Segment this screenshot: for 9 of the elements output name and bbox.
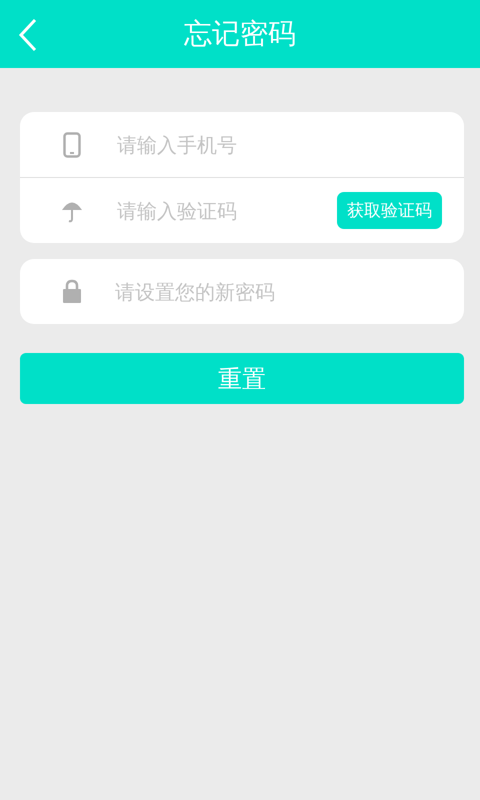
reset-button[interactable]: 重置 xyxy=(20,353,464,404)
phone-icon xyxy=(62,132,82,158)
password-field[interactable]: 请设置您的新密码 xyxy=(20,259,464,324)
page-title: 忘记密码 xyxy=(184,16,296,52)
get-code-button[interactable]: 获取验证码 xyxy=(337,192,442,229)
back-icon[interactable] xyxy=(18,18,38,52)
lock-icon xyxy=(62,279,82,303)
input-field[interactable]: 请输入手机号 xyxy=(115,132,442,158)
input-field[interactable]: 请输入验证码 xyxy=(115,198,337,224)
